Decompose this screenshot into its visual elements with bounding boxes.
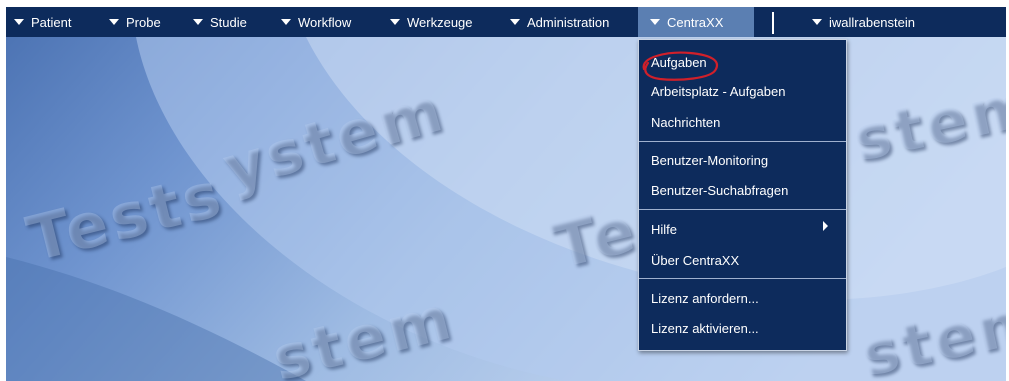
nav-item-label: Probe	[126, 14, 161, 30]
nav-item-label: CentraXX	[667, 14, 724, 30]
nav-item-patient[interactable]: Patient	[14, 7, 71, 37]
menu-item-aufgaben[interactable]: Aufgaben	[651, 55, 707, 70]
top-navigation-bar: Patient Probe Studie Workflow Werkzeuge …	[6, 7, 1006, 37]
menu-item-arbeitsplatz-aufgaben[interactable]: Arbeitsplatz - Aufgaben	[651, 84, 785, 99]
chevron-right-icon	[823, 221, 828, 231]
menu-item-benutzer-suchabfragen[interactable]: Benutzer-Suchabfragen	[651, 183, 788, 198]
nav-item-label: Werkzeuge	[407, 14, 473, 30]
nav-item-werkzeuge[interactable]: Werkzeuge	[390, 7, 473, 37]
chevron-down-icon	[109, 19, 119, 25]
menu-separator	[639, 141, 846, 142]
user-name: iwallrabenstein	[829, 14, 915, 30]
chevron-down-icon	[390, 19, 400, 25]
centraxx-dropdown-menu: Aufgaben Arbeitsplatz - Aufgaben Nachric…	[638, 39, 847, 351]
menu-item-hilfe[interactable]: Hilfe	[651, 221, 834, 237]
menu-separator	[639, 278, 846, 279]
app-frame: Tests ystem Tes stem stem stem Patient P…	[6, 7, 1006, 381]
nav-item-label: Administration	[527, 14, 610, 30]
menu-item-lizenz-anfordern[interactable]: Lizenz anfordern...	[651, 291, 759, 306]
nav-item-studie[interactable]: Studie	[193, 7, 247, 37]
nav-item-workflow[interactable]: Workflow	[281, 7, 351, 37]
nav-item-centraxx[interactable]: CentraXX	[638, 7, 754, 37]
chevron-down-icon	[812, 19, 822, 25]
nav-item-probe[interactable]: Probe	[109, 7, 161, 37]
menu-item-label: Hilfe	[651, 222, 678, 237]
menu-separator	[639, 209, 846, 210]
chevron-down-icon	[510, 19, 520, 25]
nav-item-label: Patient	[31, 14, 72, 30]
chevron-down-icon	[193, 19, 203, 25]
menu-item-lizenz-aktivieren[interactable]: Lizenz aktivieren...	[651, 321, 759, 336]
nav-item-administration[interactable]: Administration	[510, 7, 609, 37]
chevron-down-icon	[281, 19, 291, 25]
nav-divider	[772, 12, 774, 34]
chevron-down-icon	[14, 19, 24, 25]
nav-item-label: Studie	[210, 14, 247, 30]
menu-item-nachrichten[interactable]: Nachrichten	[651, 115, 720, 130]
menu-item-ueber-centraxx[interactable]: Über CentraXX	[651, 253, 739, 268]
nav-item-label: Workflow	[298, 14, 352, 30]
menu-item-benutzer-monitoring[interactable]: Benutzer-Monitoring	[651, 153, 768, 168]
user-menu[interactable]: iwallrabenstein	[812, 7, 915, 37]
chevron-down-icon	[650, 19, 660, 25]
